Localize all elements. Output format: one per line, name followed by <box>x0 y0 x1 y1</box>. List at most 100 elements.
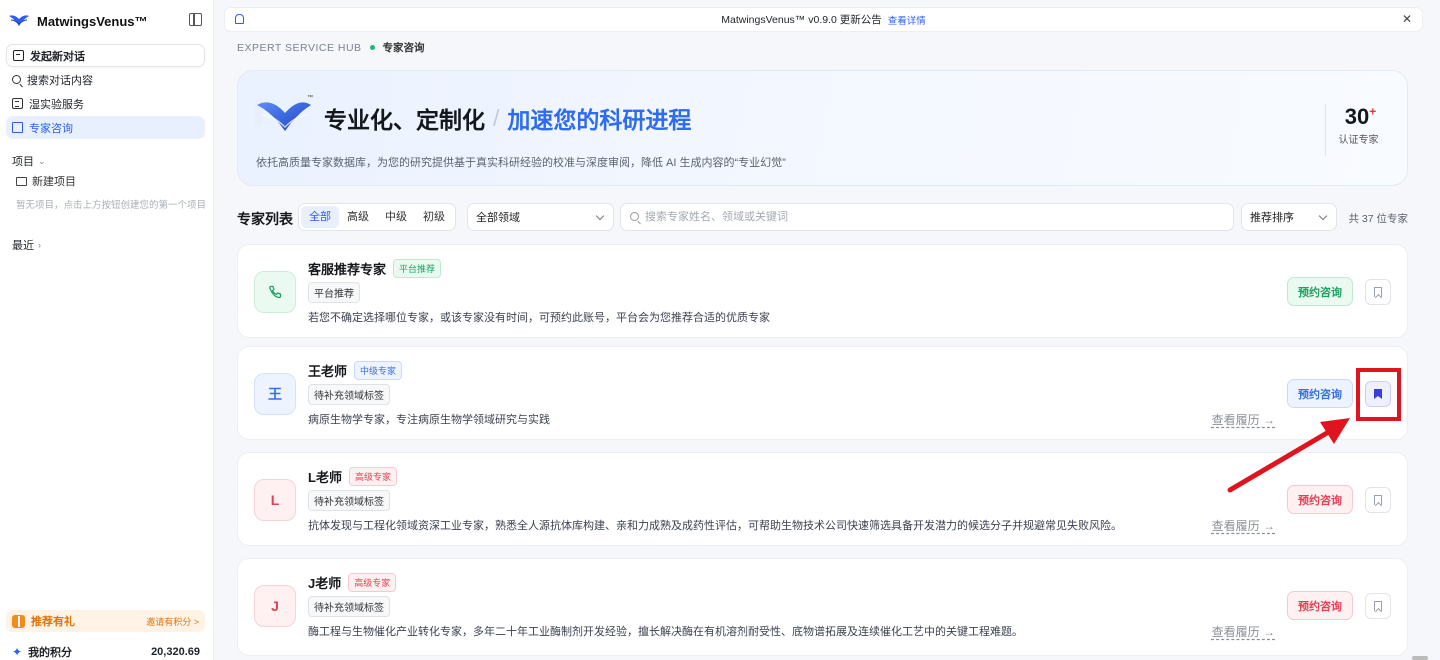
lab-icon <box>12 98 23 109</box>
certified-experts-stat: 30+ 认证专家 <box>1325 104 1391 156</box>
level-filter: 全部 高级 中级 初级 <box>298 203 456 231</box>
expert-level-badge: 平台推荐 <box>393 259 442 278</box>
new-project-button[interactable]: 新建项目 <box>16 173 76 189</box>
points-row[interactable]: ✦ 我的积分 20,320.69 <box>12 644 200 660</box>
level-filter-junior[interactable]: 初级 <box>415 206 453 228</box>
annotation-highlight-box <box>1356 368 1401 421</box>
sidebar-nav: 发起新对话 搜索对话内容 湿实验服务 专家咨询 <box>6 44 205 140</box>
search-icon <box>12 75 21 84</box>
hero-title-divider: / <box>493 104 500 131</box>
view-history-link[interactable]: 查看履历 → <box>1212 623 1275 640</box>
expert-name: J老师 <box>308 576 342 591</box>
new-chat-button[interactable]: 发起新对话 <box>6 44 205 67</box>
level-filter-mid[interactable]: 中级 <box>377 206 415 228</box>
level-filter-senior[interactable]: 高级 <box>339 206 377 228</box>
expert-description: 抗体发现与工程化领域资深工业专家，熟悉全人源抗体库构建、亲和力成熟及成药性评估，… <box>308 520 1122 532</box>
expert-list-title: 专家列表 <box>237 211 293 227</box>
stat-value-wrap: 30+ <box>1326 104 1391 130</box>
breadcrumb: EXPERT SERVICE HUB 专家咨询 <box>237 40 425 55</box>
close-icon[interactable]: ✕ <box>1402 12 1412 26</box>
points-label: 我的积分 <box>28 647 73 659</box>
field-select-value: 全部领域 <box>476 212 520 224</box>
view-history-link[interactable]: 查看履历 → <box>1212 517 1275 534</box>
invite-link[interactable]: 邀请有积分 > <box>146 615 199 628</box>
sidebar-collapse-icon[interactable] <box>189 13 202 26</box>
expert-name-row: 客服推荐专家 平台推荐 <box>308 259 442 278</box>
status-dot-icon <box>369 45 375 50</box>
bookmark-icon <box>1374 287 1382 297</box>
expert-card-j[interactable]: J J老师 高级专家 待补充领域标签 酶工程与生物催化产业转化专家，多年二十年工… <box>237 558 1408 656</box>
hero-description: 依托高质量专家数据库，为您的研究提供基于真实科研经验的校准与深度审阅，降低 AI… <box>256 157 786 169</box>
referral-banner[interactable]: 推荐有礼 邀请有积分 > <box>6 610 205 632</box>
avatar: J <box>254 585 296 627</box>
stat-suffix: + <box>1369 104 1377 119</box>
map-icon <box>12 122 23 133</box>
avatar: 王 <box>254 373 296 415</box>
bookmark-button[interactable] <box>1365 593 1391 619</box>
stat-value: 30 <box>1344 104 1370 129</box>
sidebar-item-label: 湿实验服务 <box>29 98 84 111</box>
hero-banner: ™ 专业化、定制化 / 加速您的科研进程 依托高质量专家数据库，为您的研究提供基… <box>237 70 1408 186</box>
bell-icon <box>235 14 244 24</box>
breadcrumb-hub[interactable]: EXPERT SERVICE HUB <box>237 42 362 54</box>
new-project-label: 新建项目 <box>32 176 76 188</box>
announcement-detail-link[interactable]: 查看详情 <box>888 13 926 27</box>
gift-icon <box>12 614 25 628</box>
sidebar-item-label: 专家咨询 <box>29 122 73 135</box>
stat-label: 认证专家 <box>1338 135 1379 146</box>
wings-logo-icon <box>9 15 29 26</box>
expert-search-input[interactable] <box>645 211 1215 223</box>
empty-projects-hint: 暂无项目，点击上方按钮创建您的第一个项目 <box>16 200 207 211</box>
sidebar-item-search[interactable]: 搜索对话内容 <box>6 68 205 91</box>
sidebar-item-wetlab[interactable]: 湿实验服务 <box>6 92 205 115</box>
expert-name-row: 王老师 中级专家 <box>308 361 403 380</box>
search-icon <box>630 212 639 221</box>
book-consult-button[interactable]: 预约咨询 <box>1287 277 1353 306</box>
phone-icon <box>269 285 282 299</box>
referral-label: 推荐有礼 <box>31 616 75 628</box>
folder-plus-icon <box>16 176 27 186</box>
points-value: 20,320.69 <box>151 646 200 658</box>
brand[interactable]: MatwingsVenus™ <box>8 10 206 32</box>
svg-text:™: ™ <box>307 94 313 101</box>
avatar <box>254 271 296 313</box>
level-filter-all[interactable]: 全部 <box>301 206 339 228</box>
expert-search <box>620 203 1234 231</box>
expert-name: 王老师 <box>308 364 348 379</box>
expert-name-row: L老师 高级专家 <box>308 467 397 486</box>
book-consult-button[interactable]: 预约咨询 <box>1287 591 1353 620</box>
recent-section-toggle[interactable]: 最近 › <box>12 237 41 253</box>
sidebar-item-expert[interactable]: 专家咨询 <box>6 116 205 139</box>
expert-level-badge: 中级专家 <box>354 361 403 380</box>
expert-description: 病原生物学专家，专注病原生物学领域研究与实践 <box>308 414 550 426</box>
book-consult-button[interactable]: 预约咨询 <box>1287 379 1353 408</box>
projects-section-toggle[interactable]: 项目 ⌄ <box>12 153 46 169</box>
sidebar: MatwingsVenus™ 发起新对话 搜索对话内容 湿实验服务 专家咨询 项… <box>0 0 214 660</box>
expert-name: L老师 <box>308 470 342 485</box>
sparkle-icon: ✦ <box>12 645 23 659</box>
expert-level-badge: 高级专家 <box>348 467 397 486</box>
projects-label: 项目 <box>12 156 34 168</box>
expert-level-badge: 高级专家 <box>348 573 397 592</box>
bookmark-button[interactable] <box>1365 279 1391 305</box>
expert-tag: 平台推荐 <box>308 282 360 303</box>
expert-card-support[interactable]: 客服推荐专家 平台推荐 平台推荐 若您不确定选择哪位专家，或该专家没有时间，可预… <box>237 244 1408 338</box>
breadcrumb-current: 专家咨询 <box>382 42 425 54</box>
bookmark-icon <box>1374 495 1382 505</box>
chevron-down-icon <box>595 211 605 221</box>
expert-name: 客服推荐专家 <box>308 262 387 277</box>
sidebar-item-label: 搜索对话内容 <box>27 74 93 87</box>
new-chat-icon <box>13 50 24 61</box>
scrollbar-thumb[interactable] <box>1412 656 1428 660</box>
sort-select[interactable]: 推荐排序 <box>1241 203 1337 231</box>
expert-tag: 待补充领域标签 <box>308 596 390 617</box>
chevron-down-icon: ⌄ <box>38 155 46 166</box>
bookmark-button[interactable] <box>1365 487 1391 513</box>
expert-name-row: J老师 高级专家 <box>308 573 397 592</box>
expert-description: 若您不确定选择哪位专家，或该专家没有时间，可预约此账号，平台会为您推荐合适的优质… <box>308 312 770 324</box>
sort-select-value: 推荐排序 <box>1250 212 1294 224</box>
recent-label: 最近 <box>12 240 34 252</box>
hero-title-highlight: 加速您的科研进程 <box>507 107 692 133</box>
expert-tag: 待补充领域标签 <box>308 490 390 511</box>
field-select[interactable]: 全部领域 <box>467 203 614 231</box>
